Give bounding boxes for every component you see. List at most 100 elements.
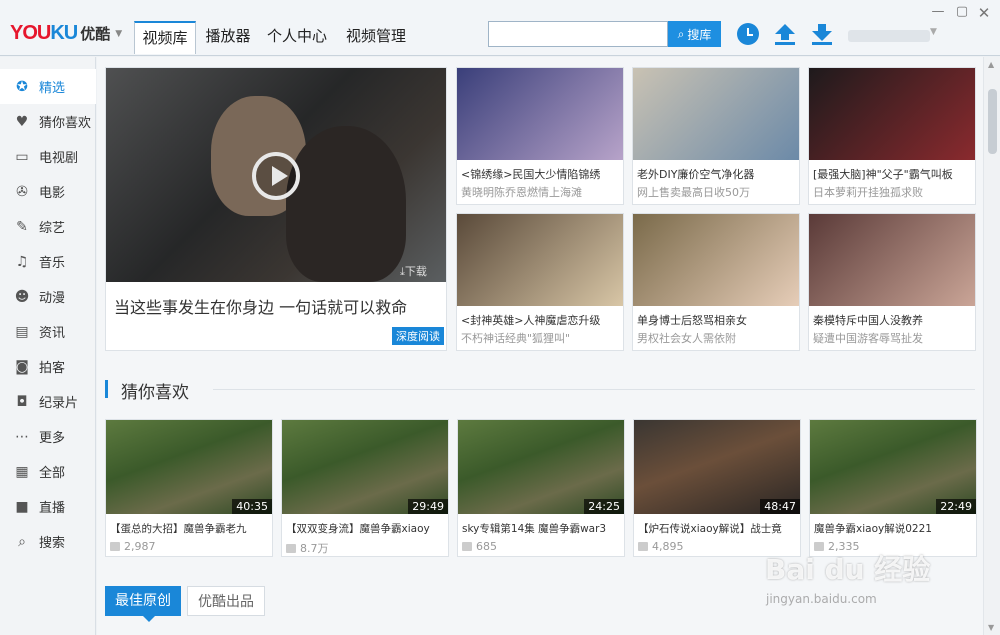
tab-player[interactable]: 播放器: [198, 21, 258, 54]
hero-title[interactable]: 当这些事发生在你身边 一句话就可以救命: [114, 294, 407, 318]
video-card[interactable]: 40:35 【蛋总的大招】魔兽争霸老九 2,987: [105, 419, 273, 557]
featured-tile[interactable]: 老外DIY廉价空气净化器 网上售卖最高日收50万: [632, 67, 800, 205]
hero-thumbnail[interactable]: ⤓下载: [106, 68, 446, 282]
featured-title[interactable]: [最强大脑]神"父子"霸气叫板: [809, 160, 975, 182]
live-icon: ■: [15, 498, 29, 515]
logo-cn: 优酷: [80, 25, 111, 43]
scroll-up-icon[interactable]: ▲: [988, 60, 994, 69]
scrollbar[interactable]: ▲ ▼: [983, 57, 1000, 635]
sidebar-item-label: 电影: [39, 186, 66, 201]
video-card[interactable]: 24:25 sky专辑第14集 魔兽争霸war3 685: [457, 419, 625, 557]
sidebar-item-paike[interactable]: ◙ 拍客: [0, 349, 96, 384]
featured-title[interactable]: 单身博士后怒骂相亲女: [633, 306, 799, 328]
video-thumbnail[interactable]: 22:49: [810, 420, 976, 514]
scrollbar-thumb[interactable]: [988, 89, 997, 154]
sidebar-item-label: 更多: [39, 431, 66, 446]
video-thumbnail[interactable]: 24:25: [458, 420, 624, 514]
tab-best-original[interactable]: 最佳原创: [105, 586, 181, 622]
featured-tile[interactable]: [最强大脑]神"父子"霸气叫板 日本萝莉开挂独孤求败: [808, 67, 976, 205]
hero-download[interactable]: ⤓下载: [400, 263, 427, 279]
sidebar-item-anime[interactable]: ☻ 动漫: [0, 279, 96, 314]
tab-video-library[interactable]: 视频库: [134, 21, 196, 54]
video-title[interactable]: 【双双变身流】魔兽争霸xiaoy: [282, 514, 448, 536]
featured-tile[interactable]: 单身博士后怒骂相亲女 男权社会女人需依附: [632, 213, 800, 351]
bear-icon: ☻: [14, 288, 30, 305]
tab-youku-produced[interactable]: 优酷出品: [187, 586, 265, 616]
play-icon[interactable]: [252, 152, 300, 200]
sidebar-item-label: 音乐: [39, 256, 66, 271]
video-views: 685: [458, 536, 624, 553]
video-title[interactable]: 【蛋总的大招】魔兽争霸老九: [106, 514, 272, 536]
sidebar-item-label: 动漫: [39, 291, 66, 306]
user-menu-chevron-icon[interactable]: ▼: [930, 27, 937, 37]
chevron-down-icon[interactable]: ▼: [115, 29, 122, 39]
featured-tile[interactable]: <封神英雄>人神魔虐恋升级 不朽神话经典"狐狸叫": [456, 213, 624, 351]
featured-thumbnail[interactable]: [457, 214, 623, 306]
play-count-icon: [638, 542, 648, 551]
baidu-watermark-url: jingyan.baidu.com: [766, 592, 877, 606]
video-view-count: 685: [476, 540, 497, 553]
more-icon: ⋯: [15, 428, 29, 445]
featured-thumbnail[interactable]: [633, 214, 799, 306]
tab-video-management[interactable]: 视频管理: [338, 21, 414, 54]
video-card[interactable]: 22:49 魔兽争霸xiaoy解说0221 2,335: [809, 419, 977, 557]
featured-thumbnail[interactable]: [633, 68, 799, 160]
top-bar: YOU KU 优酷 ▼ 视频库 播放器 个人中心 视频管理 ⌕ 搜库 ▼ — ▢ ✕: [0, 0, 1000, 56]
video-card[interactable]: 48:47 【炉石传说xiaoy解说】战士竟 4,895: [633, 419, 801, 557]
sidebar-item-label: 精选: [39, 81, 66, 96]
video-duration: 22:49: [936, 499, 976, 514]
scroll-down-icon[interactable]: ▼: [988, 623, 994, 632]
sidebar-item-tv-series[interactable]: ▭ 电视剧: [0, 139, 96, 174]
featured-tile[interactable]: 秦模特斥中国人没教养 疑遭中国游客辱骂扯发: [808, 213, 976, 351]
sidebar: ✪ 精选 ♥ 猜你喜欢 ▭ 电视剧 ✇ 电影 ✎ 综艺 ♫ 音乐 ☻ 动漫 ▤ 资讯 ◙ 拍客 ◘…: [0, 57, 96, 635]
hero-tag[interactable]: 深度阅读: [392, 327, 444, 345]
logo-text-b: KU: [50, 22, 78, 44]
hero-card[interactable]: ⤓下载 当这些事发生在你身边 一句话就可以救命 深度阅读: [105, 67, 447, 351]
tv-icon: ▭: [15, 148, 29, 165]
youku-logo[interactable]: YOU KU 优酷 ▼: [10, 22, 122, 45]
search-button[interactable]: ⌕ 搜库: [668, 21, 721, 47]
video-card[interactable]: 29:49 【双双变身流】魔兽争霸xiaoy 8.7万: [281, 419, 449, 557]
sidebar-item-music[interactable]: ♫ 音乐: [0, 244, 96, 279]
featured-title[interactable]: <封神英雄>人神魔虐恋升级: [457, 306, 623, 328]
featured-title[interactable]: <锦绣缘>民国大少情陷锦绣: [457, 160, 623, 182]
sidebar-item-news[interactable]: ▤ 资讯: [0, 314, 96, 349]
featured-title[interactable]: 老外DIY廉价空气净化器: [633, 160, 799, 182]
video-duration: 48:47: [760, 499, 800, 514]
sidebar-item-more[interactable]: ⋯ 更多: [0, 419, 96, 454]
tab-personal-center[interactable]: 个人中心: [261, 21, 333, 54]
video-view-count: 2,987: [124, 540, 156, 553]
featured-tile[interactable]: <锦绣缘>民国大少情陷锦绣 黄晓明陈乔恩燃情上海滩: [456, 67, 624, 205]
sidebar-item-variety[interactable]: ✎ 综艺: [0, 209, 96, 244]
featured-title[interactable]: 秦模特斥中国人没教养: [809, 306, 975, 328]
news-icon: ▤: [15, 323, 29, 340]
sidebar-item-featured[interactable]: ✪ 精选: [0, 69, 96, 104]
sidebar-item-recommended[interactable]: ♥ 猜你喜欢: [0, 104, 96, 139]
sidebar-item-label: 猜你喜欢: [39, 116, 92, 131]
camera-icon: ◘: [16, 393, 28, 410]
minimize-icon[interactable]: —: [930, 4, 946, 19]
video-title[interactable]: 【炉石传说xiaoy解说】战士竟: [634, 514, 800, 536]
featured-thumbnail[interactable]: [457, 68, 623, 160]
sidebar-item-movies[interactable]: ✇ 电影: [0, 174, 96, 209]
sidebar-item-all[interactable]: ▦ 全部: [0, 454, 96, 489]
featured-thumbnail[interactable]: [809, 214, 975, 306]
sidebar-item-documentary[interactable]: ◘ 纪录片: [0, 384, 96, 419]
featured-subtitle: 网上售卖最高日收50万: [637, 186, 750, 199]
maximize-icon[interactable]: ▢: [954, 4, 970, 19]
user-name-blurred[interactable]: [848, 30, 930, 42]
search-input[interactable]: [488, 21, 668, 47]
video-title[interactable]: sky专辑第14集 魔兽争霸war3: [458, 514, 624, 536]
featured-thumbnail[interactable]: [809, 68, 975, 160]
upload-icon[interactable]: [772, 21, 798, 47]
video-thumbnail[interactable]: 40:35: [106, 420, 272, 514]
video-thumbnail[interactable]: 48:47: [634, 420, 800, 514]
video-title[interactable]: 魔兽争霸xiaoy解说0221: [810, 514, 976, 536]
sidebar-item-live[interactable]: ■ 直播: [0, 489, 96, 524]
sidebar-item-search[interactable]: ⌕ 搜索: [0, 524, 96, 559]
video-thumbnail[interactable]: 29:49: [282, 420, 448, 514]
close-icon[interactable]: ✕: [976, 4, 992, 22]
download-icon[interactable]: [809, 21, 835, 47]
section-divider: [213, 389, 975, 390]
history-clock-icon[interactable]: [735, 21, 761, 47]
